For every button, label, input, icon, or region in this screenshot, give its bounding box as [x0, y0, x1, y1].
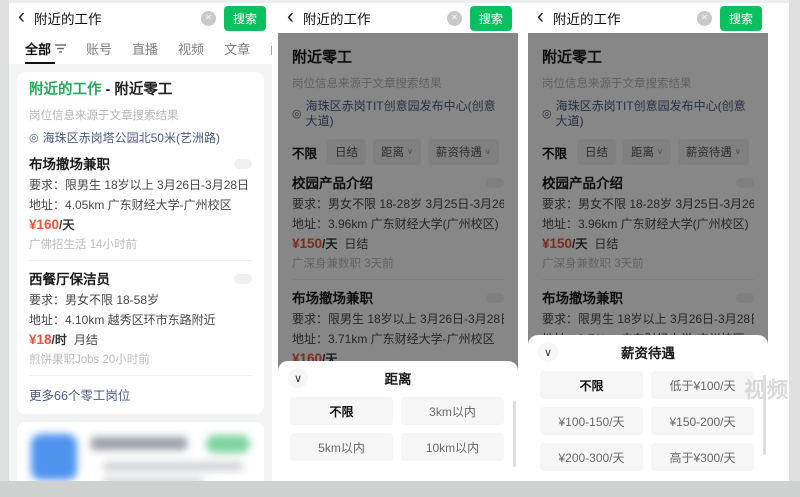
location-row[interactable]: ◎ 海珠区赤岗塔公园北50米(艺洲路)	[29, 131, 252, 146]
chevron-down-icon: ∨	[543, 346, 553, 359]
salary-options: 不限 低于¥100/天 ¥100-150/天 ¥150-200/天 ¥200-3…	[528, 369, 768, 471]
search-input[interactable]: 附近的工作	[303, 8, 447, 28]
search-bar: ‹ 附近的工作 ✕ 搜索	[528, 3, 768, 33]
collapse-sheet-icon[interactable]: ∨	[538, 342, 558, 362]
option-unlimited[interactable]: 不限	[290, 397, 393, 425]
watermark: 视频	[744, 379, 790, 402]
clear-x-glyph: ✕	[701, 13, 708, 22]
scrollbar[interactable]	[513, 401, 516, 467]
blurred-text-bar	[103, 477, 203, 481]
clear-x-glyph: ✕	[451, 13, 458, 22]
back-icon[interactable]: ‹	[18, 6, 25, 27]
job-address: 地址：4.05km 广东财经大学-广州校区	[29, 198, 232, 212]
sheet-title: 距离	[384, 372, 412, 387]
job-price: ¥18/时 月结	[29, 331, 252, 349]
option-200-300[interactable]: ¥200-300/天	[540, 443, 643, 471]
more-jobs-link[interactable]: 更多66个零工岗位	[29, 376, 252, 404]
sheet-header: ∨ 薪资待遇	[528, 335, 768, 369]
price-tag: 月结	[73, 333, 98, 347]
job-price: ¥160/天	[29, 216, 252, 234]
card-title-suffix: - 附近零工	[101, 82, 173, 98]
distance-options: 不限 3km以内 5km以内 10km以内	[278, 395, 518, 461]
search-button[interactable]: 搜索	[469, 5, 512, 31]
tab-articles[interactable]: 文章	[224, 33, 250, 64]
results-list: 附近的工作 - 附近零工 岗位信息来源于文章搜索结果 ◎ 海珠区赤岗塔公园北50…	[9, 64, 272, 481]
tab-ask-label: 问一问	[270, 39, 272, 58]
option-under-100[interactable]: 低于¥100/天	[651, 371, 754, 399]
job-meta: 广佛招生活 14小时前	[29, 239, 137, 251]
option-unlimited[interactable]: 不限	[540, 371, 643, 399]
location-icon: ◎	[29, 132, 39, 144]
search-input[interactable]: 附近的工作	[553, 8, 697, 28]
job-requirements: 要求：男女不限 18-58岁	[29, 293, 160, 307]
tab-live-label: 直播	[132, 42, 159, 57]
divider	[29, 260, 252, 261]
search-button[interactable]: 搜索	[223, 5, 266, 31]
collapse-sheet-icon[interactable]: ∨	[288, 368, 308, 388]
blurred-text-bar	[103, 462, 243, 471]
clear-x-glyph: ✕	[205, 13, 212, 22]
price-unit: /天	[59, 218, 75, 232]
gig-page-distance-screen: ‹ 附近的工作 ✕ 搜索 附近零工 岗位信息来源于文章搜索结果 ◎ 海珠区赤岗T…	[278, 3, 518, 481]
result-tabs: 全部 账号 直播 视频 文章 问一问	[9, 33, 272, 65]
search-bar: ‹ 附近的工作 ✕ 搜索	[278, 3, 518, 33]
card-title-keyword: 附近的工作	[29, 82, 102, 98]
option-3km[interactable]: 3km以内	[401, 397, 504, 425]
gig-results-card[interactable]: 附近的工作 - 附近零工 岗位信息来源于文章搜索结果 ◎ 海珠区赤岗塔公园北50…	[17, 72, 264, 414]
blurred-app-icon	[31, 434, 77, 480]
job-more-icon[interactable]	[234, 159, 252, 169]
job-requirements: 要求：限男生 18岁以上 3月26日-3月28日	[29, 178, 250, 192]
sheet-header: ∨ 距离	[278, 361, 518, 395]
tab-accounts[interactable]: 账号	[86, 33, 112, 64]
tab-ask[interactable]: 问一问	[270, 33, 272, 64]
salary-filter-sheet: ∨ 薪资待遇 不限 低于¥100/天 ¥100-150/天 ¥150-200/天…	[528, 335, 768, 481]
blurred-result-card[interactable]	[17, 422, 264, 481]
option-over-300[interactable]: 高于¥300/天	[651, 443, 754, 471]
screen-edge-right	[789, 0, 800, 497]
blurred-title-bar	[91, 437, 187, 450]
search-input[interactable]: 附近的工作	[34, 8, 201, 28]
tab-video-label: 视频	[178, 42, 205, 57]
tab-video[interactable]: 视频	[178, 33, 204, 64]
source-note: 岗位信息来源于文章搜索结果	[29, 110, 179, 122]
tab-all[interactable]: 全部	[25, 33, 67, 64]
tab-live[interactable]: 直播	[132, 33, 158, 64]
option-10km[interactable]: 10km以内	[401, 433, 504, 461]
filter-icon	[55, 44, 67, 53]
tab-articles-label: 文章	[224, 42, 251, 57]
job-meta: 煎饼果职Jobs 20小时前	[29, 354, 150, 366]
clear-icon[interactable]: ✕	[200, 10, 216, 26]
job-listing[interactable]: 西餐厅保洁员 要求：男女不限 18-58岁 地址：4.10km 越秀区环市东路附…	[29, 271, 252, 367]
sheet-title: 薪资待遇	[621, 346, 675, 361]
blurred-content	[17, 422, 264, 481]
back-icon[interactable]: ‹	[537, 6, 544, 27]
chevron-down-icon: ∨	[293, 372, 303, 385]
distance-filter-sheet: ∨ 距离 不限 3km以内 5km以内 10km以内	[278, 361, 518, 481]
back-icon[interactable]: ‹	[287, 6, 294, 27]
search-bar: ‹ 附近的工作 ✕ 搜索	[9, 3, 272, 33]
option-100-150[interactable]: ¥100-150/天	[540, 407, 643, 435]
screen-edge-left	[0, 0, 9, 497]
blurred-action-pill	[206, 435, 250, 453]
option-5km[interactable]: 5km以内	[290, 433, 393, 461]
search-results-screen: ‹ 附近的工作 ✕ 搜索 全部 账号 直播 视频 文章 问一问 附近的工作 - …	[9, 3, 272, 481]
clear-icon[interactable]: ✕	[446, 10, 462, 26]
tab-all-label: 全部	[25, 42, 52, 57]
search-button[interactable]: 搜索	[719, 5, 762, 31]
option-150-200[interactable]: ¥150-200/天	[651, 407, 754, 435]
card-title: 附近的工作 - 附近零工	[29, 82, 252, 99]
price-amount: ¥160	[29, 217, 60, 232]
price-amount: ¥18	[29, 332, 52, 347]
price-unit: /时	[51, 333, 67, 347]
job-more-icon[interactable]	[234, 274, 252, 284]
job-address: 地址：4.10km 越秀区环市东路附近	[29, 313, 216, 327]
tab-accounts-label: 账号	[86, 42, 113, 57]
job-listing[interactable]: 布场撤场兼职 要求：限男生 18岁以上 3月26日-3月28日 地址：4.05k…	[29, 156, 252, 252]
screen-edge-bottom	[0, 481, 800, 497]
clear-icon[interactable]: ✕	[696, 10, 712, 26]
job-title: 布场撤场兼职	[29, 157, 110, 172]
location-text: 海珠区赤岗塔公园北50米(艺洲路)	[42, 131, 220, 145]
job-title: 西餐厅保洁员	[29, 272, 110, 287]
gig-page-salary-screen: ‹ 附近的工作 ✕ 搜索 附近零工 岗位信息来源于文章搜索结果 ◎ 海珠区赤岗T…	[528, 3, 768, 481]
